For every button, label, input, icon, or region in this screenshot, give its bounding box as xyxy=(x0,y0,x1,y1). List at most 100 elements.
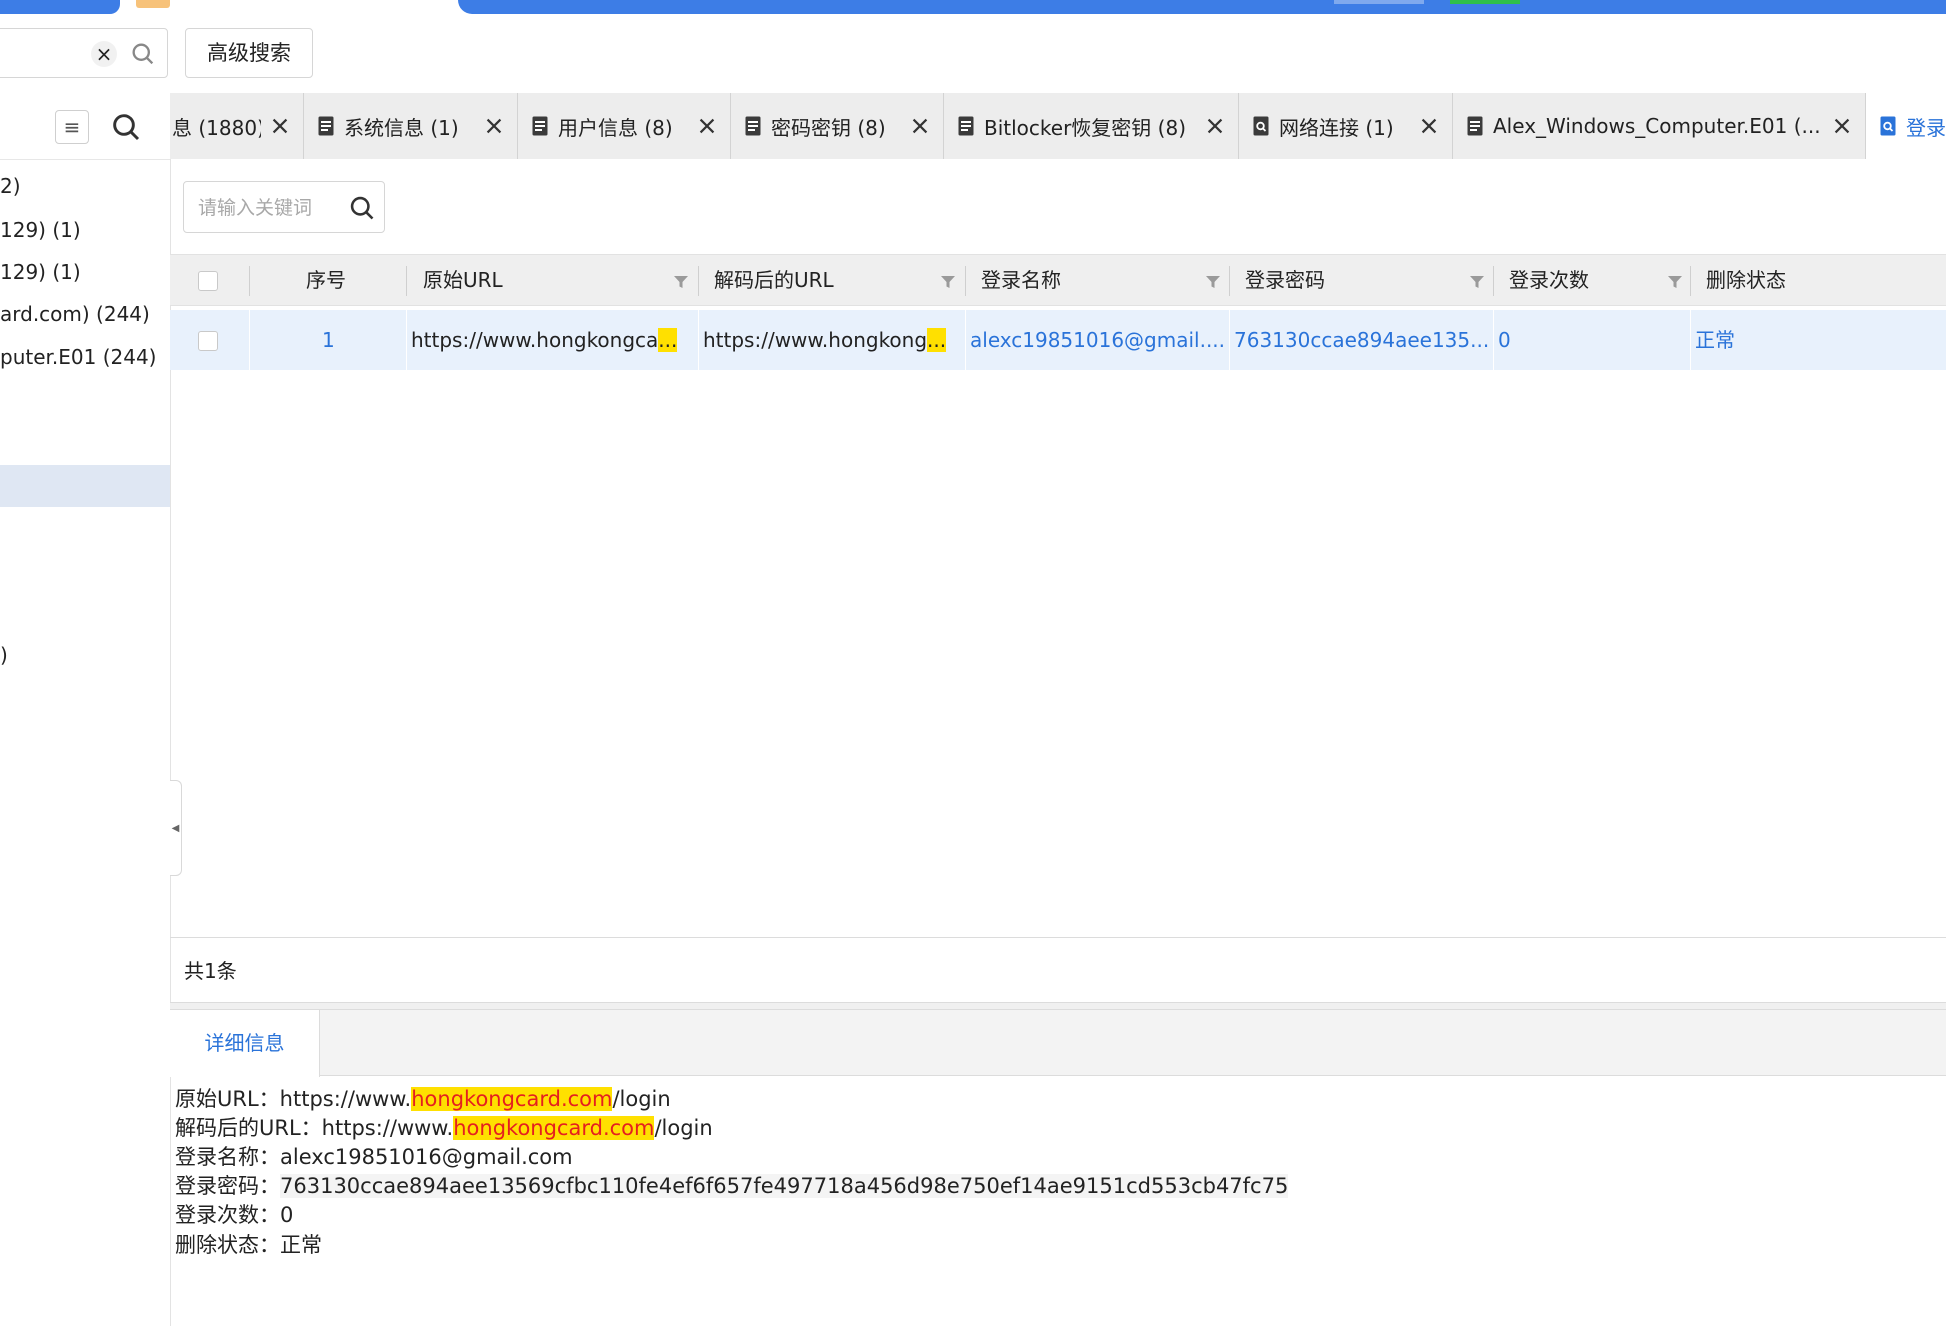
column-header-login-count[interactable]: 登录次数 xyxy=(1509,254,1589,306)
cell-login-name: alexc19851016@gmail.... xyxy=(970,328,1225,352)
document-icon xyxy=(958,116,974,136)
tab-user-info[interactable]: 用户信息 (8) xyxy=(518,93,731,159)
tab-label: Alex_Windows_Computer.E01 (... xyxy=(1493,114,1821,138)
search-icon[interactable] xyxy=(129,40,157,68)
tab-login-records[interactable]: 登录 xyxy=(1866,93,1946,159)
ellipsis-highlight: ... xyxy=(927,328,947,352)
close-icon[interactable] xyxy=(1831,115,1853,137)
close-icon[interactable] xyxy=(696,115,718,137)
close-icon[interactable] xyxy=(1418,115,1440,137)
column-header-original-url[interactable]: 原始URL xyxy=(423,254,503,306)
column-header-login-password[interactable]: 登录密码 xyxy=(1245,254,1325,306)
detail-decoded-url: 解码后的URL：https://www.hongkongcard.com/log… xyxy=(175,1112,713,1142)
detail-value: /login xyxy=(612,1087,671,1111)
tab-network-connections[interactable]: 网络连接 (1) xyxy=(1239,93,1453,159)
column-divider xyxy=(698,266,699,296)
filter-icon[interactable] xyxy=(1205,274,1221,290)
detail-delete-status: 删除状态：正常 xyxy=(175,1229,322,1259)
tree-item[interactable]: ) xyxy=(0,643,8,667)
advanced-search-button[interactable]: 高级搜索 xyxy=(185,28,313,78)
collapse-panel-handle[interactable]: ◀ xyxy=(170,780,182,876)
search-icon[interactable] xyxy=(348,194,376,222)
search-icon[interactable] xyxy=(110,111,142,143)
clear-icon[interactable]: × xyxy=(91,41,117,67)
toolbar-indicator xyxy=(1334,0,1424,4)
tab-label: Bitlocker恢复密钥 (8) xyxy=(984,115,1186,140)
menu-icon[interactable]: ≡ xyxy=(55,110,89,144)
filter-icon[interactable] xyxy=(1667,274,1683,290)
tree-selected-row[interactable] xyxy=(0,465,170,507)
tab-label: 系统信息 (1) xyxy=(344,115,459,140)
total-count: 共1条 xyxy=(184,959,237,983)
column-header-decoded-url[interactable]: 解码后的URL xyxy=(714,254,834,306)
document-search-icon xyxy=(1880,116,1896,136)
detail-label: 登录名称： xyxy=(175,1145,280,1169)
tab-password-keys[interactable]: 密码密钥 (8) xyxy=(731,93,944,159)
detail-label: 原始URL： xyxy=(175,1087,280,1111)
row-checkbox[interactable] xyxy=(198,331,218,351)
close-icon[interactable] xyxy=(483,115,505,137)
detail-tab-bar xyxy=(170,1010,1946,1076)
global-search-input[interactable]: × xyxy=(0,28,168,78)
status-indicator xyxy=(1450,0,1520,4)
cell-original-url: https://www.hongkongca... xyxy=(411,310,693,370)
column-header-index[interactable]: 序号 xyxy=(306,254,346,306)
keyword-highlight: hongkongcard.com xyxy=(411,1087,613,1111)
document-icon xyxy=(745,116,761,136)
column-header-login-name[interactable]: 登录名称 xyxy=(981,254,1061,306)
column-header-delete-status[interactable]: 删除状态 xyxy=(1706,254,1786,306)
keyword-search-input[interactable] xyxy=(196,182,340,234)
column-divider xyxy=(249,266,250,296)
keyword-search-field[interactable] xyxy=(183,181,385,234)
detail-value: 正常 xyxy=(280,1233,322,1257)
tab-bitlocker-keys[interactable]: Bitlocker恢复密钥 (8) xyxy=(944,93,1239,159)
cell-divider xyxy=(698,310,699,370)
document-icon xyxy=(318,116,334,136)
cell-divider xyxy=(406,310,407,370)
close-icon[interactable] xyxy=(909,115,931,137)
cell-divider xyxy=(1493,310,1494,370)
tab-detail-info[interactable]: 详细信息 xyxy=(170,1010,320,1077)
tab-evidence-file[interactable]: Alex_Windows_Computer.E01 (... xyxy=(1453,93,1866,159)
browser-tab-bar xyxy=(458,0,1946,14)
cell-login-password: 763130ccae894aee135... xyxy=(1234,328,1489,352)
tree-item[interactable]: 129) (1) xyxy=(0,218,81,242)
close-icon[interactable] xyxy=(1204,115,1226,137)
detail-value: https://www. xyxy=(321,1116,454,1140)
tree-item[interactable]: puter.E01 (244) xyxy=(0,345,156,369)
tree-item[interactable]: ard.com) (244) xyxy=(0,302,150,326)
tab-label: 用户信息 (8) xyxy=(558,115,673,140)
filter-icon[interactable] xyxy=(1469,274,1485,290)
tab-info[interactable]: 息 (1880) xyxy=(170,93,304,159)
select-all-checkbox[interactable] xyxy=(198,271,218,291)
table-footer-divider xyxy=(170,937,1946,938)
detail-value: https://www. xyxy=(279,1087,412,1111)
panel-splitter[interactable] xyxy=(170,1002,1946,1010)
detail-label: 登录密码： xyxy=(175,1174,280,1198)
detail-login-password: 登录密码：763130ccae894aee13569cfbc110fe4ef6f… xyxy=(175,1170,1289,1200)
detail-value: 763130ccae894aee13569cfbc110fe4ef6f657fe… xyxy=(280,1174,1289,1198)
column-divider xyxy=(1493,266,1494,296)
browser-tab[interactable] xyxy=(0,0,120,14)
cell-text: https://www.hongkong xyxy=(703,328,928,352)
tab-label: 网络连接 (1) xyxy=(1279,115,1394,140)
cell-delete-status: 正常 xyxy=(1695,328,1735,352)
tab-label: 登录 xyxy=(1906,115,1946,140)
detail-original-url: 原始URL：https://www.hongkongcard.com/login xyxy=(175,1083,671,1113)
tree-item[interactable]: 2) xyxy=(0,174,21,198)
detail-value: 0 xyxy=(280,1203,294,1227)
cell-divider xyxy=(249,310,250,370)
tree-item[interactable]: 129) (1) xyxy=(0,260,81,284)
detail-value: /login xyxy=(654,1116,713,1140)
cell-login-count: 0 xyxy=(1498,328,1511,352)
filter-icon[interactable] xyxy=(940,274,956,290)
column-divider xyxy=(1229,266,1230,296)
detail-value: alexc19851016@gmail.com xyxy=(280,1145,573,1169)
filter-icon[interactable] xyxy=(673,274,689,290)
column-divider xyxy=(406,266,407,296)
close-icon[interactable] xyxy=(269,115,291,137)
detail-label: 登录次数： xyxy=(175,1203,280,1227)
tab-system-info[interactable]: 系统信息 (1) xyxy=(304,93,518,159)
document-icon xyxy=(532,116,548,136)
document-icon xyxy=(1467,116,1483,136)
